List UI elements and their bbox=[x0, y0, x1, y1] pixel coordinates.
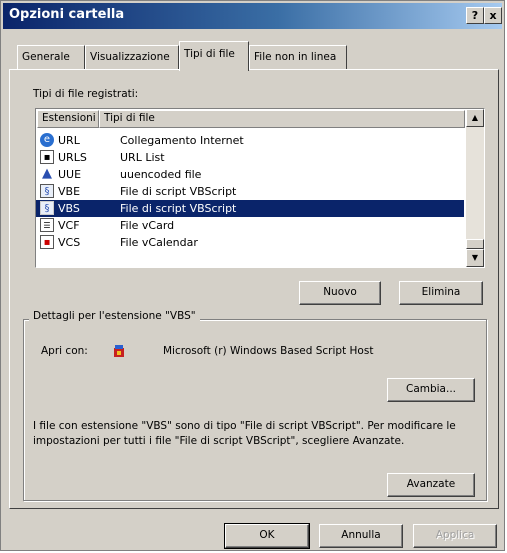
script-host-icon bbox=[111, 343, 127, 359]
list-item-type: File vCard bbox=[120, 219, 175, 232]
list-item-type: File vCalendar bbox=[120, 236, 198, 249]
advanced-button[interactable]: Avanzate bbox=[387, 473, 475, 497]
list-item-extension: VBE bbox=[58, 185, 81, 198]
script-file-icon: § bbox=[40, 184, 54, 198]
list-item-selected[interactable]: § VBS File di script VBScript bbox=[36, 200, 464, 217]
scroll-thumb[interactable] bbox=[466, 239, 484, 249]
vcard-icon: ☰ bbox=[40, 218, 54, 232]
list-item[interactable]: ▪ URLS URL List bbox=[36, 149, 464, 166]
scroll-down-icon[interactable]: ▼ bbox=[466, 249, 484, 267]
delete-button[interactable]: Elimina bbox=[399, 281, 483, 305]
list-item-extension: VBS bbox=[58, 202, 80, 215]
ok-button[interactable]: OK bbox=[224, 523, 310, 549]
new-button[interactable]: Nuovo bbox=[299, 281, 381, 305]
details-description: I file con estensione "VBS" sono di tipo… bbox=[33, 420, 456, 447]
list-item-extension: URL bbox=[58, 134, 80, 147]
details-group-title: Dettagli per l'estensione "VBS" bbox=[29, 310, 200, 322]
list-item[interactable]: § VBE File di script VBScript bbox=[36, 183, 464, 200]
list-item-extension: VCS bbox=[58, 236, 81, 249]
change-button[interactable]: Cambia... bbox=[387, 378, 475, 402]
script-file-icon: § bbox=[40, 201, 54, 215]
document-icon: ▪ bbox=[40, 150, 54, 164]
open-with-app: Microsoft (r) Windows Based Script Host bbox=[163, 345, 374, 357]
tab-visualizzazione[interactable]: Visualizzazione bbox=[85, 45, 179, 69]
list-item-extension: UUE bbox=[58, 168, 82, 181]
archive-file-icon: ▲ bbox=[42, 166, 52, 181]
list-item-type: uuencoded file bbox=[120, 168, 202, 181]
scroll-up-icon[interactable]: ▲ bbox=[466, 109, 484, 127]
list-item-type: File di script VBScript bbox=[120, 185, 237, 198]
list-item[interactable]: e URL Collegamento Internet bbox=[36, 132, 464, 149]
internet-shortcut-icon: e bbox=[40, 133, 54, 147]
folder-options-window: Opzioni cartella ? x Generale Visualizza… bbox=[0, 0, 505, 551]
list-scrollbar[interactable]: ▲ ▼ bbox=[466, 109, 484, 267]
tab-generale[interactable]: Generale bbox=[17, 45, 85, 69]
title-bar[interactable]: Opzioni cartella ? x bbox=[3, 3, 502, 29]
file-types-list[interactable]: Estensioni Tipi di file e URL Collegamen… bbox=[35, 108, 485, 268]
close-button[interactable]: x bbox=[484, 7, 502, 24]
column-header-extensions[interactable]: Estensioni bbox=[37, 110, 99, 128]
list-item-type: URL List bbox=[120, 151, 165, 164]
help-button[interactable]: ? bbox=[466, 7, 484, 24]
list-item[interactable]: ▲ UUE uuencoded file bbox=[36, 166, 464, 183]
list-item-type: File di script VBScript bbox=[120, 202, 237, 215]
column-header-types[interactable]: Tipi di file bbox=[99, 110, 465, 128]
registered-types-label: Tipi di file registrati: bbox=[33, 88, 139, 100]
list-item-extension: URLS bbox=[58, 151, 87, 164]
list-item-extension: VCF bbox=[58, 219, 80, 232]
open-with-label: Apri con: bbox=[41, 345, 88, 357]
list-item[interactable]: ☰ VCF File vCard bbox=[36, 217, 464, 234]
apply-button[interactable]: Applica bbox=[413, 524, 497, 548]
list-item-type: Collegamento Internet bbox=[120, 134, 244, 147]
tab-file-non-in-linea[interactable]: File non in linea bbox=[249, 45, 347, 69]
tab-tipi-di-file[interactable]: Tipi di file bbox=[179, 41, 249, 71]
cancel-button[interactable]: Annulla bbox=[319, 524, 403, 548]
window-title: Opzioni cartella bbox=[9, 7, 125, 22]
list-item[interactable]: ▪ VCS File vCalendar bbox=[36, 234, 464, 251]
calendar-icon: ▪ bbox=[40, 235, 54, 249]
